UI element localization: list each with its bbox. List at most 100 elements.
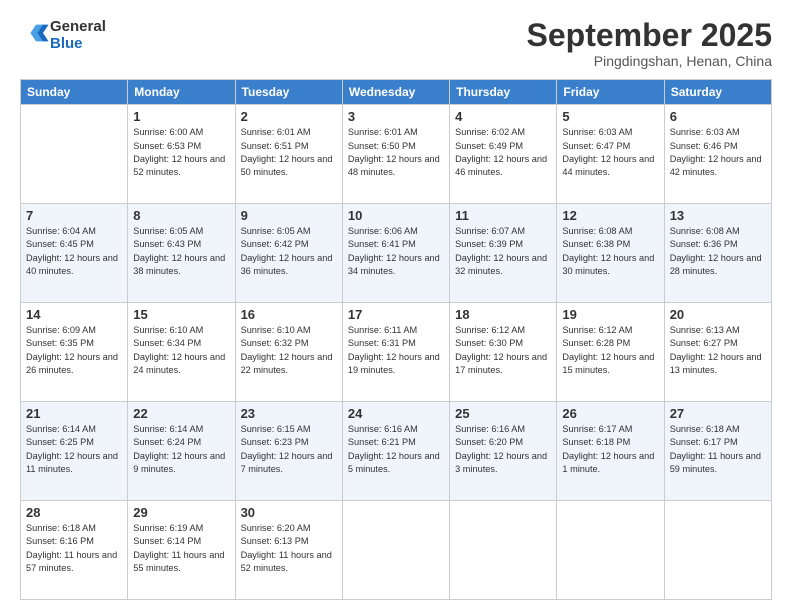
week-row-3: 14Sunrise: 6:09 AMSunset: 6:35 PMDayligh… [21, 303, 772, 402]
day-info: Sunrise: 6:16 AMSunset: 6:21 PMDaylight:… [348, 423, 444, 476]
day-info: Sunrise: 6:15 AMSunset: 6:23 PMDaylight:… [241, 423, 337, 476]
calendar-header-row: SundayMondayTuesdayWednesdayThursdayFrid… [21, 80, 772, 105]
col-header-thursday: Thursday [450, 80, 557, 105]
day-info: Sunrise: 6:02 AMSunset: 6:49 PMDaylight:… [455, 126, 551, 179]
calendar-cell: 30Sunrise: 6:20 AMSunset: 6:13 PMDayligh… [235, 501, 342, 600]
calendar-cell: 27 Sunrise: 6:18 AMSunset: 6:17 PMDayligh… [664, 402, 771, 501]
calendar-table: SundayMondayTuesdayWednesdayThursdayFrid… [20, 79, 772, 600]
day-info: Sunrise: 6:05 AMSunset: 6:43 PMDaylight:… [133, 225, 229, 278]
day-number: 29 [133, 505, 229, 520]
day-number: 19 [562, 307, 658, 322]
page: General Blue September 2025 Pingdingshan… [0, 0, 792, 612]
day-number: 1 [133, 109, 229, 124]
title-block: September 2025 Pingdingshan, Henan, Chin… [527, 18, 772, 69]
calendar-cell: 19 Sunrise: 6:12 AMSunset: 6:28 PMDayligh… [557, 303, 664, 402]
day-info: Sunrise: 6:12 AMSunset: 6:30 PMDaylight:… [455, 324, 551, 377]
day-number: 27 [670, 406, 766, 421]
calendar-cell: 8 Sunrise: 6:05 AMSunset: 6:43 PMDaylight… [128, 204, 235, 303]
day-info: Sunrise: 6:17 AMSunset: 6:18 PMDaylight:… [562, 423, 658, 476]
day-info: Sunrise: 6:06 AMSunset: 6:41 PMDaylight:… [348, 225, 444, 278]
calendar-cell: 4 Sunrise: 6:02 AMSunset: 6:49 PMDaylight… [450, 105, 557, 204]
day-number: 5 [562, 109, 658, 124]
calendar-cell: 13 Sunrise: 6:08 AMSunset: 6:36 PMDayligh… [664, 204, 771, 303]
calendar-cell: 24 Sunrise: 6:16 AMSunset: 6:21 PMDayligh… [342, 402, 449, 501]
day-info: Sunrise: 6:08 AMSunset: 6:36 PMDaylight:… [670, 225, 766, 278]
calendar-cell: 16 Sunrise: 6:10 AMSunset: 6:32 PMDayligh… [235, 303, 342, 402]
month-title: September 2025 [527, 18, 772, 53]
day-number: 6 [670, 109, 766, 124]
day-info: Sunrise: 6:19 AMSunset: 6:14 PMDaylight:… [133, 522, 229, 575]
location: Pingdingshan, Henan, China [527, 53, 772, 69]
calendar-cell: 21Sunrise: 6:14 AMSunset: 6:25 PMDayligh… [21, 402, 128, 501]
calendar-cell: 3 Sunrise: 6:01 AMSunset: 6:50 PMDaylight… [342, 105, 449, 204]
day-number: 9 [241, 208, 337, 223]
day-info: Sunrise: 6:01 AMSunset: 6:50 PMDaylight:… [348, 126, 444, 179]
calendar-cell: 23 Sunrise: 6:15 AMSunset: 6:23 PMDayligh… [235, 402, 342, 501]
calendar-cell: 5 Sunrise: 6:03 AMSunset: 6:47 PMDaylight… [557, 105, 664, 204]
col-header-friday: Friday [557, 80, 664, 105]
calendar-cell: 1 Sunrise: 6:00 AMSunset: 6:53 PMDaylight… [128, 105, 235, 204]
day-number: 10 [348, 208, 444, 223]
day-number: 2 [241, 109, 337, 124]
day-number: 21 [26, 406, 122, 421]
calendar-cell: 7 Sunrise: 6:04 AMSunset: 6:45 PMDaylight… [21, 204, 128, 303]
logo: General Blue [20, 18, 106, 53]
calendar-cell: 11Sunrise: 6:07 AMSunset: 6:39 PMDayligh… [450, 204, 557, 303]
day-info: Sunrise: 6:20 AMSunset: 6:13 PMDaylight:… [241, 522, 337, 575]
calendar-cell [664, 501, 771, 600]
calendar-cell [21, 105, 128, 204]
day-number: 24 [348, 406, 444, 421]
col-header-monday: Monday [128, 80, 235, 105]
calendar-cell: 14Sunrise: 6:09 AMSunset: 6:35 PMDayligh… [21, 303, 128, 402]
calendar-cell: 12Sunrise: 6:08 AMSunset: 6:38 PMDayligh… [557, 204, 664, 303]
day-number: 17 [348, 307, 444, 322]
day-number: 23 [241, 406, 337, 421]
week-row-1: 1 Sunrise: 6:00 AMSunset: 6:53 PMDaylight… [21, 105, 772, 204]
day-info: Sunrise: 6:11 AMSunset: 6:31 PMDaylight:… [348, 324, 444, 377]
calendar-cell: 26Sunrise: 6:17 AMSunset: 6:18 PMDayligh… [557, 402, 664, 501]
calendar-cell: 25 Sunrise: 6:16 AMSunset: 6:20 PMDayligh… [450, 402, 557, 501]
day-info: Sunrise: 6:00 AMSunset: 6:53 PMDaylight:… [133, 126, 229, 179]
day-info: Sunrise: 6:12 AMSunset: 6:28 PMDaylight:… [562, 324, 658, 377]
day-info: Sunrise: 6:03 AMSunset: 6:47 PMDaylight:… [562, 126, 658, 179]
day-number: 16 [241, 307, 337, 322]
calendar-cell: 6 Sunrise: 6:03 AMSunset: 6:46 PMDaylight… [664, 105, 771, 204]
calendar-cell [557, 501, 664, 600]
col-header-wednesday: Wednesday [342, 80, 449, 105]
logo-line1: General [50, 18, 106, 35]
col-header-sunday: Sunday [21, 80, 128, 105]
day-number: 3 [348, 109, 444, 124]
day-number: 15 [133, 307, 229, 322]
week-row-4: 21Sunrise: 6:14 AMSunset: 6:25 PMDayligh… [21, 402, 772, 501]
day-info: Sunrise: 6:05 AMSunset: 6:42 PMDaylight:… [241, 225, 337, 278]
day-number: 25 [455, 406, 551, 421]
logo-icon [22, 19, 50, 47]
calendar-cell: 20Sunrise: 6:13 AMSunset: 6:27 PMDayligh… [664, 303, 771, 402]
day-number: 22 [133, 406, 229, 421]
day-info: Sunrise: 6:01 AMSunset: 6:51 PMDaylight:… [241, 126, 337, 179]
day-number: 14 [26, 307, 122, 322]
week-row-5: 28 Sunrise: 6:18 AMSunset: 6:16 PMDayligh… [21, 501, 772, 600]
day-number: 18 [455, 307, 551, 322]
day-number: 8 [133, 208, 229, 223]
day-info: Sunrise: 6:04 AMSunset: 6:45 PMDaylight:… [26, 225, 122, 278]
day-number: 28 [26, 505, 122, 520]
calendar-cell: 9 Sunrise: 6:05 AMSunset: 6:42 PMDaylight… [235, 204, 342, 303]
day-info: Sunrise: 6:07 AMSunset: 6:39 PMDaylight:… [455, 225, 551, 278]
calendar-cell: 10 Sunrise: 6:06 AMSunset: 6:41 PMDayligh… [342, 204, 449, 303]
calendar-cell [450, 501, 557, 600]
calendar-cell: 18 Sunrise: 6:12 AMSunset: 6:30 PMDayligh… [450, 303, 557, 402]
day-info: Sunrise: 6:18 AMSunset: 6:17 PMDaylight:… [670, 423, 766, 476]
day-info: Sunrise: 6:16 AMSunset: 6:20 PMDaylight:… [455, 423, 551, 476]
logo-line2: Blue [50, 35, 106, 52]
week-row-2: 7 Sunrise: 6:04 AMSunset: 6:45 PMDaylight… [21, 204, 772, 303]
day-number: 12 [562, 208, 658, 223]
day-info: Sunrise: 6:03 AMSunset: 6:46 PMDaylight:… [670, 126, 766, 179]
day-number: 13 [670, 208, 766, 223]
day-info: Sunrise: 6:18 AMSunset: 6:16 PMDaylight:… [26, 522, 122, 575]
day-info: Sunrise: 6:10 AMSunset: 6:32 PMDaylight:… [241, 324, 337, 377]
calendar-cell: 28 Sunrise: 6:18 AMSunset: 6:16 PMDayligh… [21, 501, 128, 600]
day-info: Sunrise: 6:10 AMSunset: 6:34 PMDaylight:… [133, 324, 229, 377]
day-number: 7 [26, 208, 122, 223]
day-number: 4 [455, 109, 551, 124]
